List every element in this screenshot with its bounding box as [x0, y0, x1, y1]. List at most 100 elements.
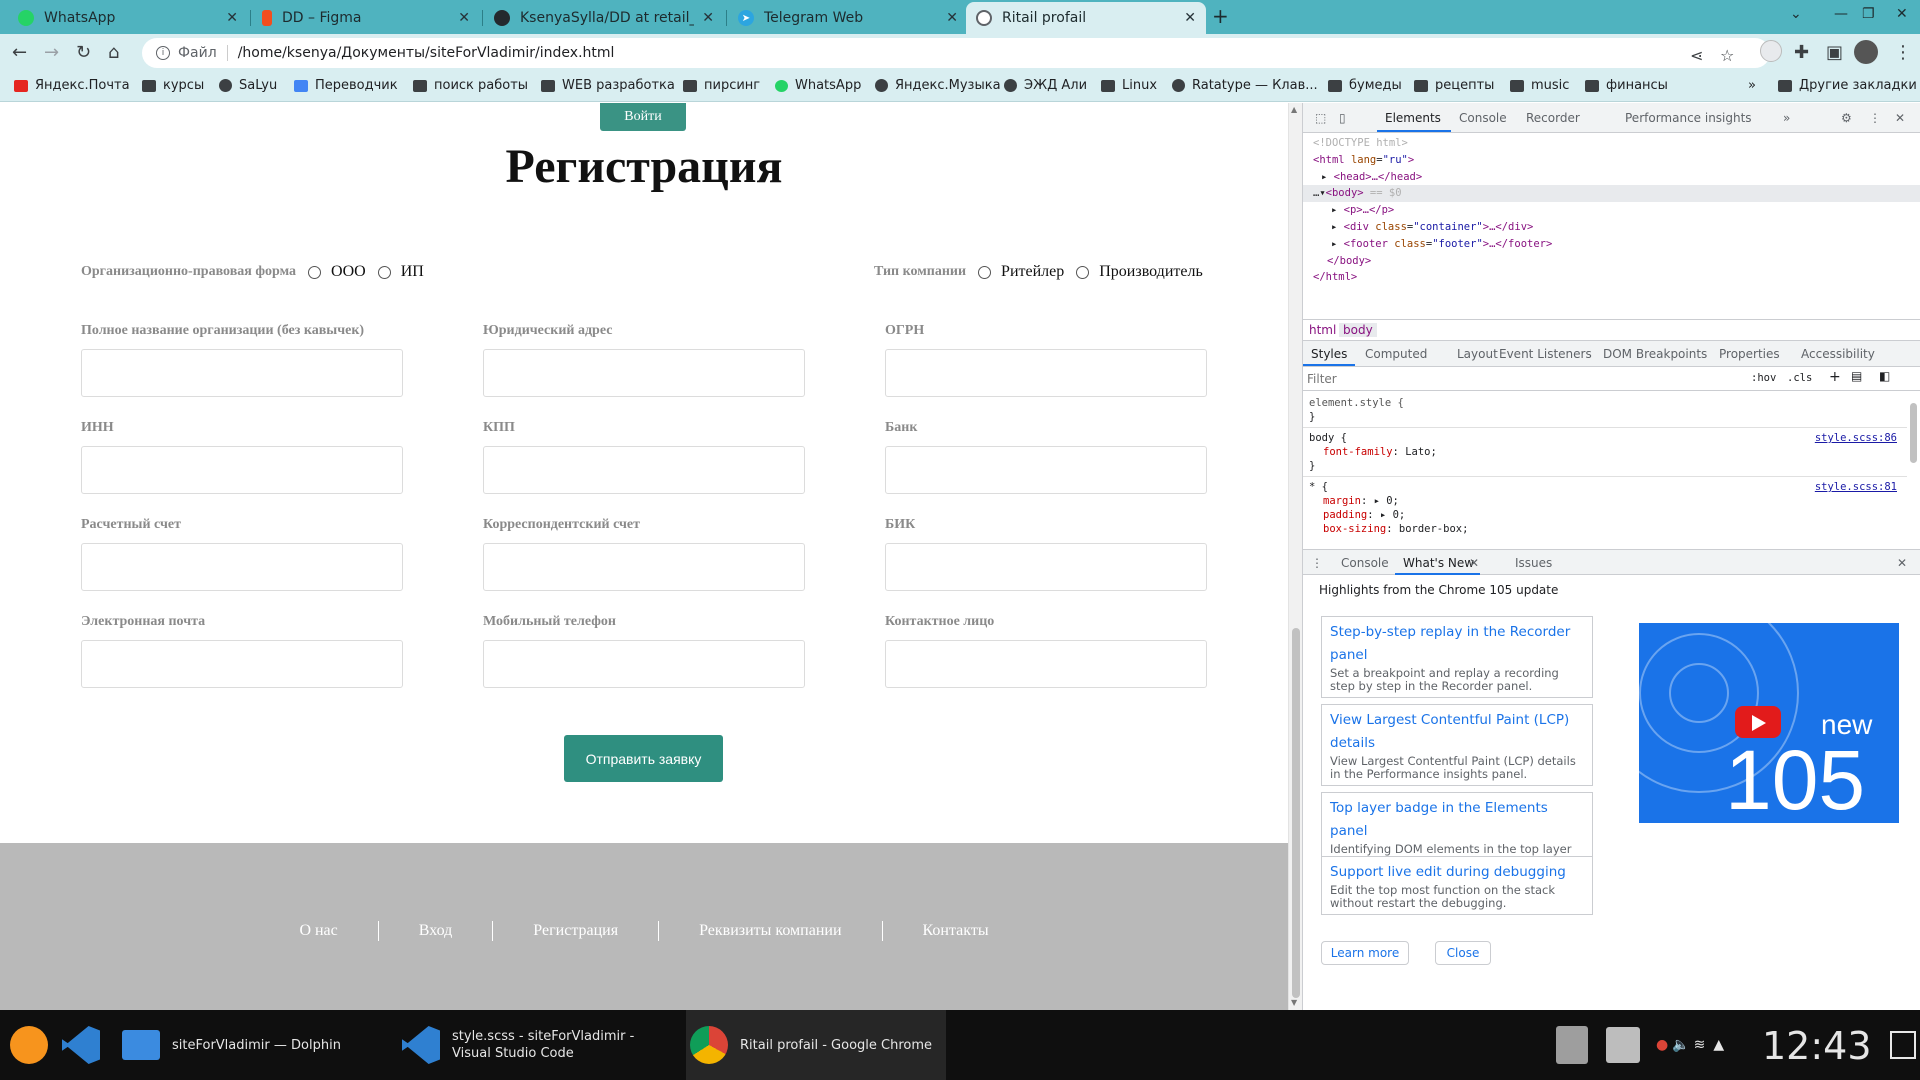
tab-event-listeners[interactable]: Event Listeners	[1499, 347, 1592, 361]
bookmark[interactable]: Ratatype — Клав...	[1172, 78, 1318, 93]
dom-p[interactable]: ▸ <p>…</p>	[1313, 202, 1920, 219]
bookmark[interactable]: SaLyu	[219, 78, 277, 93]
tab-telegram[interactable]: ➤ Telegram Web ✕	[728, 2, 968, 34]
tab-ritail-profail[interactable]: Ritail profail ✕	[966, 2, 1206, 34]
dom-container-div[interactable]: ▸ <div class="container">…</div>	[1313, 219, 1920, 236]
card-title[interactable]: Support live edit during debugging	[1330, 861, 1584, 884]
radio-ip[interactable]	[377, 265, 391, 279]
close-devtools-icon[interactable]: ✕	[1895, 111, 1905, 125]
login-button[interactable]: Войти	[600, 103, 686, 131]
ogrn-input[interactable]	[885, 349, 1207, 397]
paint-icon[interactable]: ▤	[1851, 369, 1862, 383]
hov-toggle[interactable]: :hov	[1751, 372, 1776, 384]
tab-dom-breakpoints[interactable]: DOM Breakpoints	[1603, 347, 1707, 361]
tab-elements[interactable]: Elements	[1385, 111, 1441, 125]
close-whats-new-icon[interactable]: ✕	[1469, 556, 1479, 570]
crumb-html[interactable]: html	[1309, 323, 1336, 337]
home-icon[interactable]: ⌂	[108, 42, 119, 63]
bookmark-whatsapp[interactable]: WhatsApp	[775, 78, 861, 93]
submit-button[interactable]: Отправить заявку	[564, 735, 723, 782]
side-panel-icon[interactable]: ▣	[1826, 42, 1843, 63]
styles-scrollbar[interactable]	[1907, 393, 1919, 543]
vscode-pinned[interactable]	[62, 1010, 112, 1080]
bookmark-translate[interactable]: Переводчик	[294, 78, 398, 93]
radio-manufacturer[interactable]	[1076, 265, 1090, 279]
crumb-body[interactable]: body	[1339, 323, 1377, 337]
bookmark[interactable]: Яндекс.Музыка	[875, 78, 1001, 93]
footer-link-requisites[interactable]: Реквизиты компании	[659, 922, 881, 940]
tab-styles[interactable]: Styles	[1311, 347, 1347, 361]
bookmark-star-icon[interactable]: ☆	[1720, 46, 1734, 65]
tab-layout[interactable]: Layout	[1457, 347, 1498, 361]
tray-clipboard[interactable]	[1556, 1010, 1600, 1080]
contact-person-input[interactable]	[885, 640, 1207, 688]
bookmark-folder[interactable]: рецепты	[1414, 78, 1494, 93]
close-tab-icon[interactable]: ✕	[702, 10, 714, 26]
tab-whatsapp[interactable]: WhatsApp ✕	[8, 2, 248, 34]
card-title[interactable]: Step-by-step replay in the Recorder pane…	[1330, 621, 1584, 667]
close-tab-icon[interactable]: ✕	[946, 10, 958, 26]
restore-icon[interactable]: ❐	[1862, 6, 1875, 22]
tab-accessibility[interactable]: Accessibility	[1801, 347, 1875, 361]
tray-calculator[interactable]	[1606, 1010, 1652, 1080]
drawer-menu-icon[interactable]: ⋮	[1311, 556, 1323, 570]
styles-filter-input[interactable]	[1307, 370, 1737, 388]
bookmark-folder[interactable]: Linux	[1101, 78, 1157, 93]
bookmark-folder[interactable]: курсы	[142, 78, 204, 93]
drawer-tab-console[interactable]: Console	[1341, 556, 1389, 570]
close-tab-icon[interactable]: ✕	[1184, 10, 1196, 26]
scroll-up-icon[interactable]: ▲	[1291, 105, 1297, 114]
site-info-icon[interactable]: i	[156, 46, 170, 60]
kebab-menu-icon[interactable]: ⋮	[1869, 111, 1881, 125]
minimize-icon[interactable]: —	[1834, 6, 1848, 22]
clock[interactable]: 12:43	[1762, 1024, 1872, 1068]
extension-icon[interactable]	[1760, 40, 1782, 62]
card-title[interactable]: View Largest Contentful Paint (LCP) deta…	[1330, 709, 1584, 755]
tab-github[interactable]: KsenyaSylla/DD at retail_prof ✕	[484, 2, 724, 34]
org-name-input[interactable]	[81, 349, 403, 397]
tab-console[interactable]: Console	[1459, 111, 1507, 125]
whats-new-card[interactable]: Support live edit during debugging Edit …	[1321, 856, 1593, 915]
close-button[interactable]: Close	[1435, 941, 1491, 965]
taskbar-vscode[interactable]: style.scss - siteForVladimir - Visual St…	[402, 1010, 672, 1080]
settings-gear-icon[interactable]: ⚙	[1841, 111, 1852, 125]
dom-html[interactable]: <html lang="ru">	[1313, 152, 1920, 169]
footer-link-about[interactable]: О нас	[259, 922, 377, 940]
scroll-thumb[interactable]	[1292, 628, 1300, 998]
inspect-icon[interactable]: ⬚	[1315, 111, 1326, 125]
phone-input[interactable]	[483, 640, 805, 688]
menu-icon[interactable]: ⋮	[1894, 42, 1912, 63]
style-rule-universal[interactable]: style.scss:81 * { margin: ▸ 0; padding: …	[1303, 477, 1907, 539]
drawer-tab-issues[interactable]: Issues	[1515, 556, 1552, 570]
dom-body-selected[interactable]: …▾<body> == $0	[1303, 185, 1920, 203]
learn-more-button[interactable]: Learn more	[1321, 941, 1409, 965]
dom-head[interactable]: ▸ <head>…</head>	[1313, 169, 1920, 186]
drawer-tab-whats-new[interactable]: What's New	[1403, 556, 1474, 570]
taskbar-chrome[interactable]: Ritail profail - Google Chrome	[686, 1010, 946, 1080]
footer-link-login[interactable]: Вход	[379, 922, 493, 940]
app-launcher[interactable]	[10, 1010, 60, 1080]
tab-properties[interactable]: Properties	[1719, 347, 1780, 361]
radio-ooo[interactable]	[308, 265, 322, 279]
account-input[interactable]	[81, 543, 403, 591]
style-rule-element[interactable]: element.style { }	[1303, 393, 1907, 428]
corr-account-input[interactable]	[483, 543, 805, 591]
tab-recorder[interactable]: Recorder	[1526, 111, 1580, 125]
legal-address-input[interactable]	[483, 349, 805, 397]
url-text[interactable]: /home/ksenya/Документы/siteForVladimir/i…	[238, 45, 615, 61]
radio-retailer[interactable]	[978, 265, 992, 279]
share-icon[interactable]: ⋖	[1690, 46, 1703, 65]
bookmark[interactable]: ЭЖД Али	[1004, 78, 1087, 93]
tab-figma[interactable]: DD – Figma ✕	[252, 2, 480, 34]
forward-icon[interactable]: →	[44, 42, 59, 63]
footer-link-register[interactable]: Регистрация	[493, 922, 658, 940]
other-bookmarks[interactable]: Другие закладки	[1778, 78, 1917, 93]
whats-new-video-thumbnail[interactable]: new 105	[1639, 623, 1899, 823]
close-tab-icon[interactable]: ✕	[226, 10, 238, 26]
back-icon[interactable]: ←	[12, 42, 27, 63]
bookmark-folder[interactable]: поиск работы	[413, 78, 528, 93]
footer-link-contacts[interactable]: Контакты	[883, 922, 1029, 940]
sidebar-toggle-icon[interactable]: ◧	[1879, 369, 1890, 383]
dom-footer[interactable]: ▸ <footer class="footer">…</footer>	[1313, 236, 1920, 253]
page-scrollbar[interactable]: ▲ ▼	[1288, 103, 1302, 1010]
